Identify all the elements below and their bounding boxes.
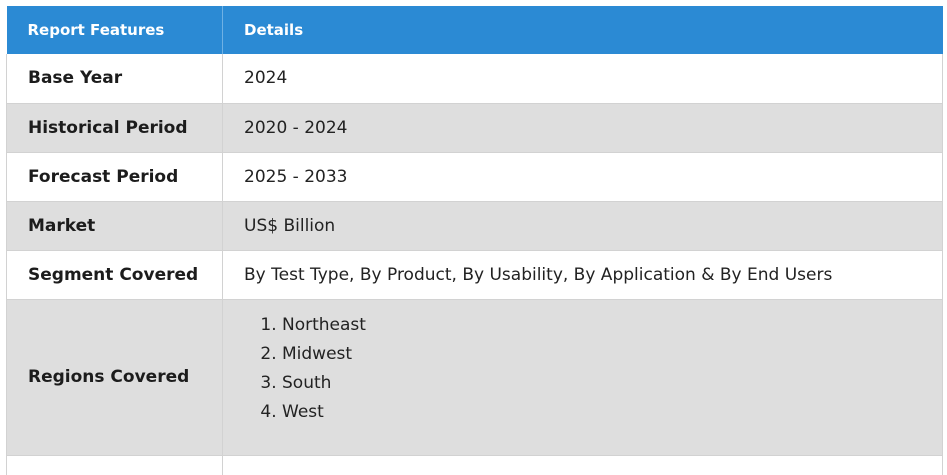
table-row-segment-covered: Segment Covered By Test Type, By Product… bbox=[6, 250, 943, 300]
regions-list: Northeast Midwest South West bbox=[244, 311, 942, 443]
list-item-region: Midwest bbox=[282, 340, 942, 369]
regions-detail: Northeast Midwest South West bbox=[222, 299, 943, 456]
table-header-row: Report Features Details bbox=[6, 6, 943, 54]
feature-label: Segment Covered bbox=[6, 250, 223, 300]
table-row-base-year: Base Year 2024 bbox=[6, 54, 943, 104]
partial-cell bbox=[6, 455, 223, 475]
feature-label: Market bbox=[6, 201, 223, 251]
table-row-forecast-period: Forecast Period 2025 - 2033 bbox=[6, 152, 943, 202]
list-item-region: West bbox=[282, 398, 942, 427]
list-item-region: South bbox=[282, 369, 942, 398]
header-report-features: Report Features bbox=[6, 6, 223, 54]
feature-detail: 2024 bbox=[222, 54, 943, 104]
feature-label: Historical Period bbox=[6, 103, 223, 153]
table-row-historical-period: Historical Period 2020 - 2024 bbox=[6, 103, 943, 153]
list-item-region: Northeast bbox=[282, 311, 942, 340]
report-features-table: Report Features Details Base Year 2024 H… bbox=[6, 6, 943, 475]
feature-detail: By Test Type, By Product, By Usability, … bbox=[222, 250, 943, 300]
table-row-regions-covered: Regions Covered Northeast Midwest South … bbox=[6, 299, 943, 456]
feature-detail: US$ Billion bbox=[222, 201, 943, 251]
partial-cell bbox=[222, 455, 943, 475]
table-row-partial bbox=[6, 455, 943, 475]
feature-detail: 2025 - 2033 bbox=[222, 152, 943, 202]
feature-detail: 2020 - 2024 bbox=[222, 103, 943, 153]
table-row-market: Market US$ Billion bbox=[6, 201, 943, 251]
header-details: Details bbox=[222, 6, 943, 54]
feature-label: Base Year bbox=[6, 54, 223, 104]
feature-label: Forecast Period bbox=[6, 152, 223, 202]
feature-label: Regions Covered bbox=[6, 299, 223, 456]
